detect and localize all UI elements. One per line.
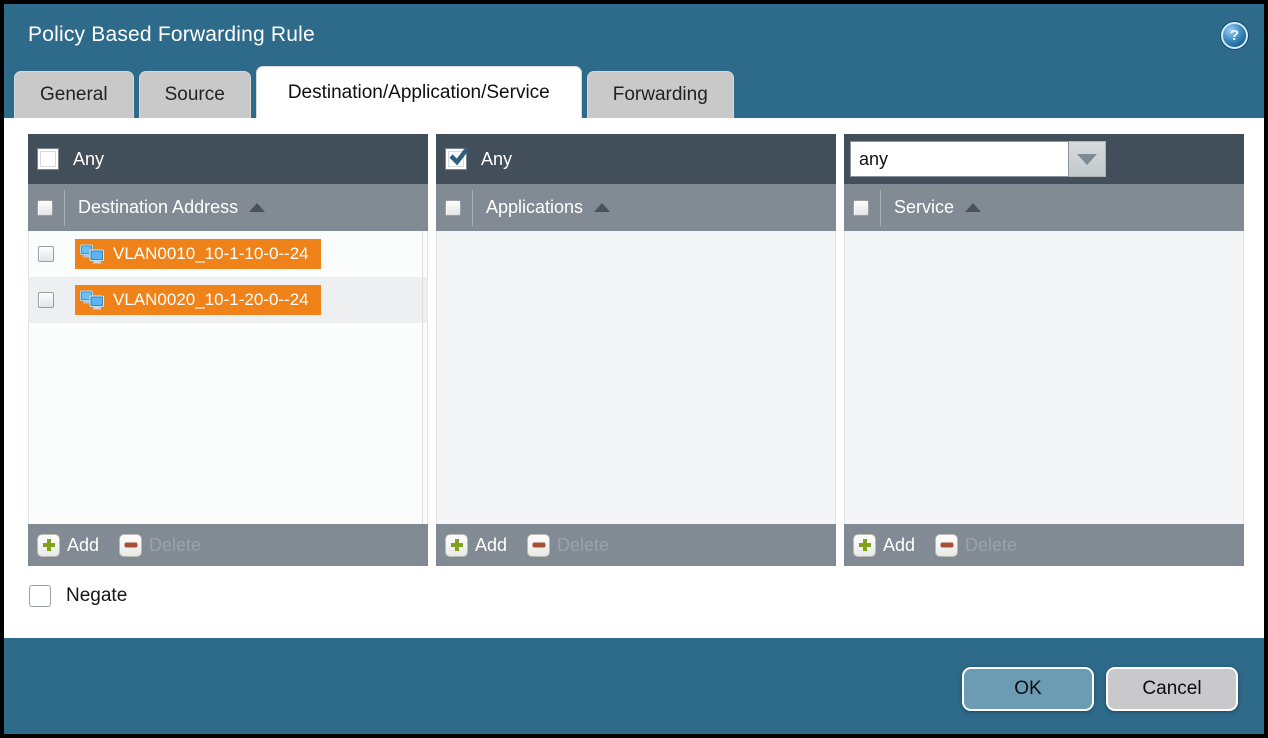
applications-delete-button[interactable]: Delete — [557, 535, 609, 556]
checkmark-icon — [447, 146, 471, 168]
applications-column: Any Applications Add Delete — [436, 134, 836, 566]
tab-bar: General Source Destination/Application/S… — [4, 66, 1264, 118]
destination-select-all-checkbox[interactable] — [37, 200, 53, 216]
destination-header-label[interactable]: Destination Address — [78, 197, 238, 218]
address-object-label: VLAN0020_10-1-20-0--24 — [113, 290, 309, 310]
service-header-label[interactable]: Service — [894, 197, 954, 218]
applications-column-header: Applications — [436, 184, 836, 231]
service-column-header: Service — [844, 184, 1244, 231]
destination-add-button[interactable]: Add — [67, 535, 99, 556]
destination-any-label[interactable]: Any — [73, 149, 104, 170]
row-checkbox[interactable] — [38, 292, 54, 308]
table-row: VLAN0020_10-1-20-0--24 — [29, 277, 427, 323]
destination-address-column: Any Destination Address — [28, 134, 428, 566]
destination-any-bar: Any — [28, 134, 428, 184]
network-address-icon — [79, 290, 106, 311]
destination-delete-button[interactable]: Delete — [149, 535, 201, 556]
destination-address-list: VLAN0010_10-1-10-0--24 — [28, 231, 428, 524]
tab-destination-application-service[interactable]: Destination/Application/Service — [256, 66, 582, 118]
destination-column-header: Destination Address — [28, 184, 428, 231]
service-dropdown-bar: any — [844, 134, 1244, 184]
add-icon[interactable] — [445, 534, 468, 557]
add-icon[interactable] — [37, 534, 60, 557]
destination-any-checkbox[interactable] — [37, 148, 59, 170]
service-footer-bar: Add Delete — [844, 524, 1244, 566]
service-add-button[interactable]: Add — [883, 535, 915, 556]
applications-any-bar: Any — [436, 134, 836, 184]
ok-button[interactable]: OK — [962, 667, 1094, 711]
service-list — [844, 231, 1244, 524]
applications-add-button[interactable]: Add — [475, 535, 507, 556]
negate-row: Negate — [28, 585, 1244, 607]
cancel-button[interactable]: Cancel — [1106, 667, 1238, 711]
tab-forwarding[interactable]: Forwarding — [587, 71, 734, 118]
header-divider — [472, 190, 473, 226]
dialog-title: Policy Based Forwarding Rule — [28, 23, 315, 47]
applications-list — [436, 231, 836, 524]
help-icon[interactable]: ? — [1221, 22, 1248, 49]
service-delete-button[interactable]: Delete — [965, 535, 1017, 556]
header-divider — [880, 190, 881, 226]
applications-header-label[interactable]: Applications — [486, 197, 583, 218]
chevron-down-icon — [1077, 154, 1097, 165]
service-dropdown-button[interactable] — [1069, 141, 1106, 177]
applications-footer-bar: Add Delete — [436, 524, 836, 566]
applications-any-checkbox[interactable] — [445, 148, 467, 170]
row-checkbox[interactable] — [38, 246, 54, 262]
sort-ascending-icon[interactable] — [249, 203, 265, 212]
tab-source[interactable]: Source — [139, 71, 251, 118]
delete-icon[interactable] — [935, 534, 958, 557]
network-address-icon — [79, 244, 106, 265]
address-object-chip[interactable]: VLAN0010_10-1-10-0--24 — [75, 239, 321, 269]
sort-ascending-icon[interactable] — [594, 203, 610, 212]
negate-label: Negate — [66, 585, 127, 607]
destination-footer-bar: Add Delete — [28, 524, 428, 566]
add-icon[interactable] — [853, 534, 876, 557]
policy-based-forwarding-dialog: { "window": { "title": "Policy Based For… — [0, 0, 1268, 738]
applications-select-all-checkbox[interactable] — [445, 200, 461, 216]
sort-ascending-icon[interactable] — [965, 203, 981, 212]
service-select-all-checkbox[interactable] — [853, 200, 869, 216]
table-row: VLAN0010_10-1-10-0--24 — [29, 231, 427, 277]
service-column: any Service Add — [844, 134, 1244, 566]
header-divider — [64, 190, 65, 226]
delete-icon[interactable] — [119, 534, 142, 557]
address-object-label: VLAN0010_10-1-10-0--24 — [113, 244, 309, 264]
delete-icon[interactable] — [527, 534, 550, 557]
negate-checkbox[interactable] — [29, 585, 51, 607]
dialog-actions: OK Cancel — [962, 667, 1238, 711]
service-dropdown-value[interactable]: any — [850, 141, 1069, 177]
columns: Any Destination Address — [28, 134, 1244, 566]
tab-content-panel: Any Destination Address — [4, 118, 1264, 638]
dialog-titlebar: Policy Based Forwarding Rule ? — [4, 4, 1264, 66]
address-object-chip[interactable]: VLAN0020_10-1-20-0--24 — [75, 285, 321, 315]
applications-any-label[interactable]: Any — [481, 149, 512, 170]
tab-general[interactable]: General — [14, 71, 134, 118]
service-dropdown[interactable]: any — [850, 141, 1106, 177]
